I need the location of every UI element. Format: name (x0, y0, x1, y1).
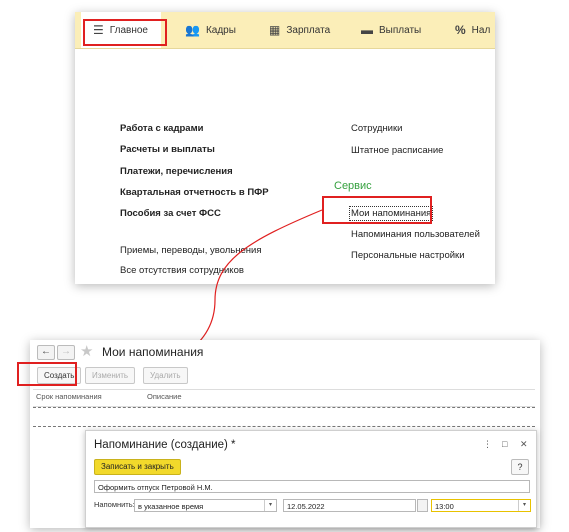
forward-arrow-icon[interactable]: → (57, 345, 75, 360)
reminders-window: ← → ★ Мои напоминания Создать Изменить У… (17, 340, 540, 528)
maximize-icon[interactable]: □ (502, 439, 507, 449)
column-description[interactable]: Описание (147, 392, 182, 401)
reminder-dialog: Напоминание (создание) * ⋮ □ ✕ Записать … (85, 430, 537, 528)
chevron-down-icon[interactable]: ▾ (264, 500, 276, 511)
help-button[interactable]: ? (511, 459, 529, 475)
date-field[interactable]: 12.05.2022 (283, 499, 416, 512)
dialog-title: Напоминание (создание) * (94, 439, 236, 451)
save-close-button[interactable]: Записать и закрыть (94, 459, 181, 475)
remind-label: Напомнить: (94, 500, 135, 509)
table-header (33, 389, 535, 407)
create-button[interactable]: Создать (37, 367, 82, 384)
back-arrow-icon[interactable]: ← (37, 345, 55, 360)
column-deadline[interactable]: Срок напоминания (36, 392, 102, 401)
more-icon[interactable]: ⋮ (483, 439, 492, 450)
close-icon[interactable]: ✕ (520, 439, 528, 450)
description-field[interactable]: Оформить отпуск Петровой Н.М. (94, 480, 530, 493)
window-title: Мои напоминания (102, 345, 204, 359)
chevron-down-icon[interactable]: ▾ (518, 500, 530, 511)
star-icon[interactable]: ★ (80, 342, 93, 360)
delete-button[interactable]: Удалить (143, 367, 188, 384)
remind-mode-select[interactable]: в указанное время ▾ (134, 499, 277, 512)
time-field[interactable]: 13:00 ▾ (431, 499, 531, 512)
table-row[interactable] (33, 407, 535, 427)
edit-button[interactable]: Изменить (85, 367, 136, 384)
calendar-icon[interactable] (417, 499, 428, 512)
